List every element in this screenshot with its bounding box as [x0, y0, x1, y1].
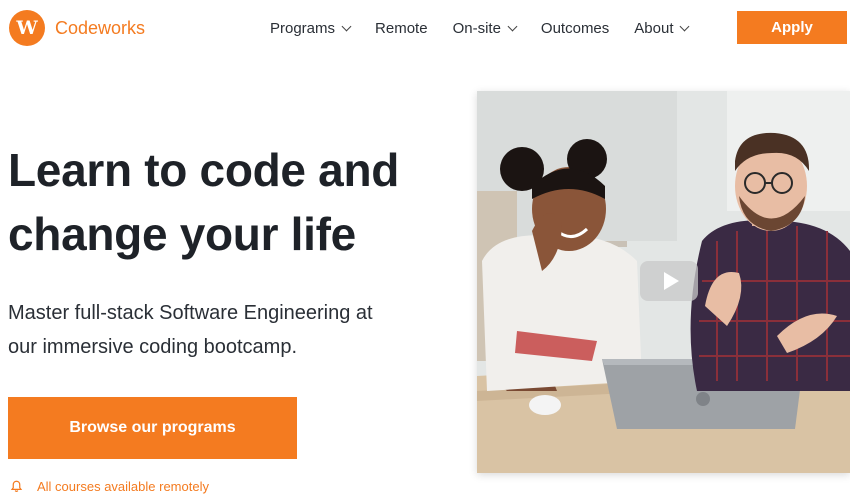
main-nav: Programs Remote On-site Outcomes About [270, 17, 690, 39]
hero-title: Learn to code and change your life [8, 138, 468, 266]
hero-title-line-2: change your life [8, 208, 356, 260]
chevron-down-icon [680, 21, 690, 31]
play-icon [663, 272, 679, 290]
remote-note-text: All courses available remotely [37, 479, 209, 494]
nav-remote-label: Remote [375, 19, 428, 37]
logo-icon: W [9, 10, 45, 46]
site-header: W Codeworks Programs Remote On-site Outc… [0, 0, 850, 58]
nav-on-site-label: On-site [452, 19, 501, 37]
hero-video[interactable] [477, 91, 850, 473]
play-button[interactable] [640, 261, 698, 301]
hero-subtitle-line-1: Master full-stack Software Engineering a… [8, 302, 373, 324]
nav-programs-label: Programs [270, 19, 336, 37]
nav-about[interactable]: About [634, 19, 690, 37]
chevron-down-icon [507, 21, 518, 31]
hero-subtitle: Master full-stack Software Engineering a… [8, 296, 448, 364]
remote-note: All courses available remotely [10, 479, 209, 494]
browse-programs-button[interactable]: Browse our programs [8, 397, 297, 459]
site-logo[interactable]: W Codeworks [9, 10, 145, 46]
hero-title-line-1: Learn to code and [8, 144, 400, 196]
nav-remote[interactable]: Remote [375, 20, 428, 37]
bell-icon [10, 480, 23, 492]
nav-outcomes[interactable]: Outcomes [541, 20, 609, 37]
nav-on-site[interactable]: On-site [452, 19, 518, 37]
nav-about-label: About [634, 19, 674, 37]
brand-name: Codeworks [55, 17, 146, 38]
nav-programs[interactable]: Programs [270, 19, 352, 37]
chevron-down-icon [341, 21, 352, 31]
nav-outcomes-label: Outcomes [540, 19, 610, 37]
apply-button[interactable]: Apply [737, 11, 847, 44]
hero-subtitle-line-2: our immersive coding bootcamp. [8, 336, 298, 358]
